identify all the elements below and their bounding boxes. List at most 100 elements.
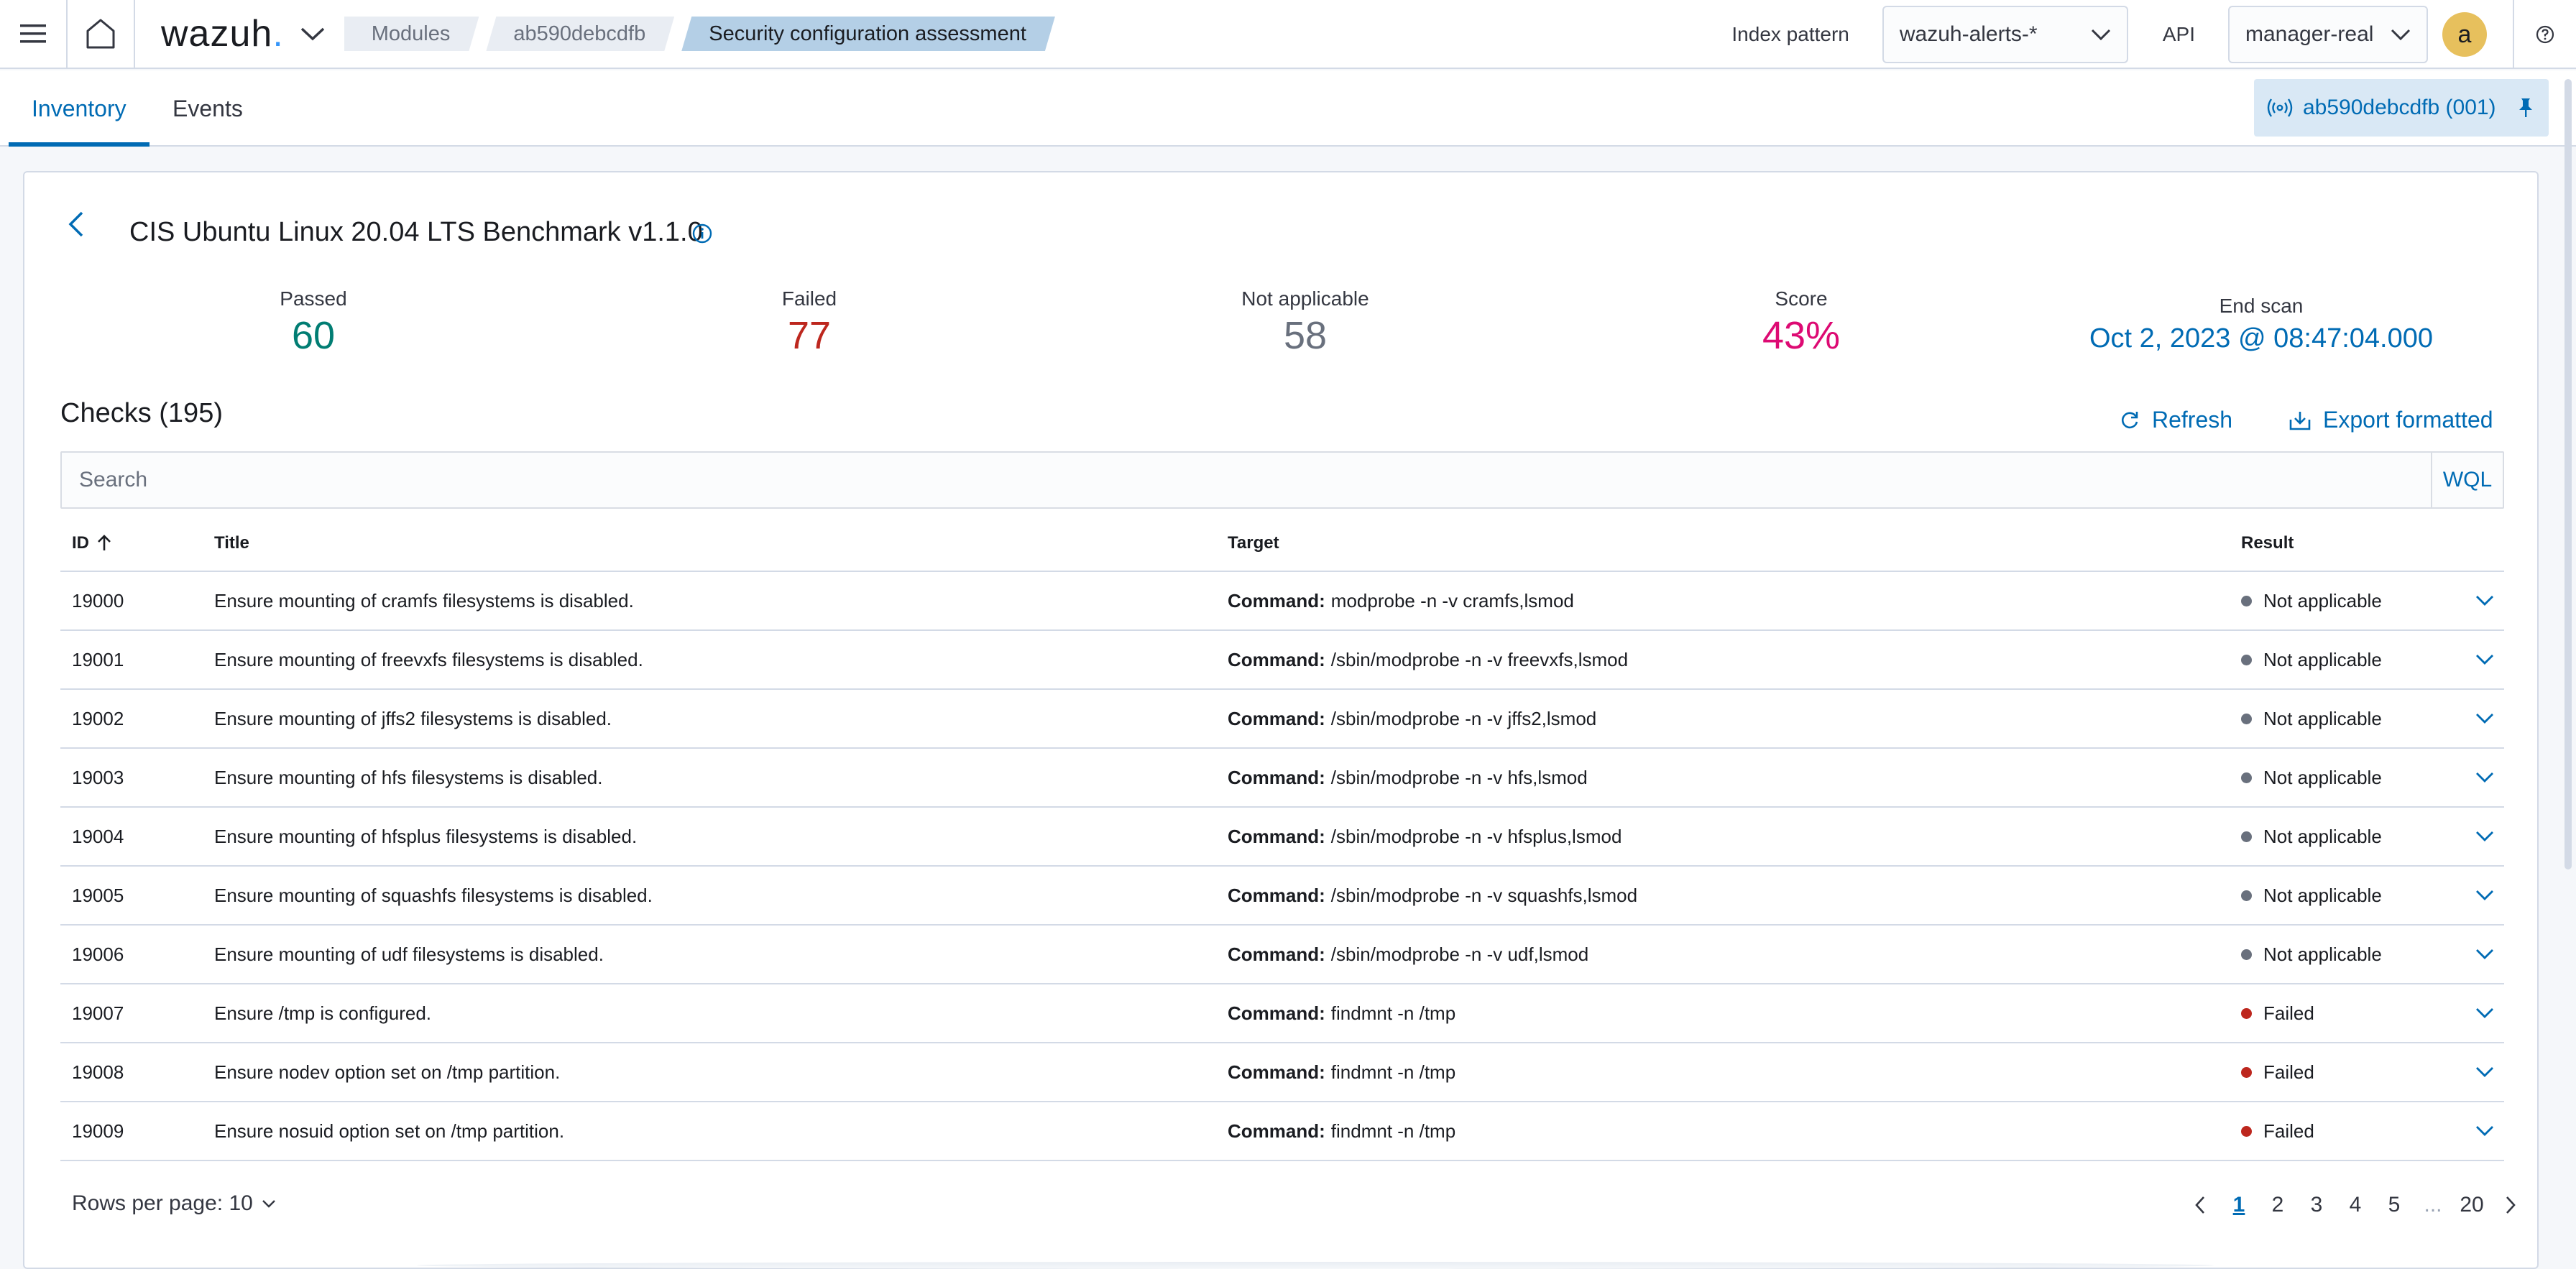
expand-row-button[interactable] [2475,984,2494,1042]
info-icon[interactable] [691,223,713,244]
page-button[interactable]: 3 [2297,1187,2336,1223]
expand-row-button[interactable] [2475,808,2494,865]
command-label: Command: [1228,589,1325,612]
chevron-down-icon [2476,655,2493,665]
home-button[interactable] [68,0,135,68]
stat-passed: Passed 60 [227,287,400,358]
check-result: Not applicable [2241,867,2382,924]
breadcrumb-current: Security configuration assessment [681,17,1055,51]
breadcrumb: Modules ab590debcdfb Security configurat… [344,0,1062,68]
check-id: 19002 [72,707,124,729]
check-id: 19005 [72,884,124,906]
expand-row-button[interactable] [2475,1102,2494,1160]
check-title: Ensure mounting of cramfs filesystems is… [214,589,634,612]
check-target: Command:/sbin/modprobe -n -v jffs2,lsmod [1228,690,1596,747]
command-value: findmnt -n /tmp [1330,1120,1456,1142]
table-row[interactable]: 19000 Ensure mounting of cramfs filesyste… [60,572,2504,631]
result-label: Failed [2263,1002,2314,1024]
table-row[interactable]: 19007 Ensure /tmp is configured. Command: f… [60,984,2504,1043]
check-id: 19008 [72,1061,124,1083]
check-title: Ensure mounting of freevxfs filesystems … [214,648,643,670]
rows-per-page-button[interactable]: Rows per page: 10 [72,1191,276,1216]
column-header-target[interactable]: Target [1228,514,1279,572]
tab-inventory[interactable]: Inventory [32,70,126,147]
expand-row-button[interactable] [2475,572,2494,629]
command-label: Command: [1228,884,1325,906]
search-input[interactable] [62,453,2431,507]
check-result: Not applicable [2241,749,2382,806]
check-target: Command: findmnt -n /tmp [1228,1043,1455,1101]
stat-passed-value: 60 [291,314,336,357]
table-row[interactable]: 19002 Ensure mounting of jffs2 filesystem… [60,690,2504,749]
help-button[interactable] [2513,0,2576,69]
check-id: 19001 [72,648,124,670]
refresh-button[interactable]: Refresh [2119,407,2232,433]
wql-button[interactable]: WQL [2431,453,2503,507]
column-header-result[interactable]: Result [2241,514,2294,572]
table-row[interactable]: 19006 Ensure mounting of udf filesystems … [60,926,2504,984]
back-arrow-icon[interactable] [62,207,91,241]
table-row[interactable]: 19005 Ensure mounting of squashfs filesys… [60,867,2504,926]
result-label: Failed [2263,1061,2314,1083]
command-label: Command: [1228,943,1325,965]
pin-icon[interactable] [2518,97,2534,119]
stat-failed-label: Failed [781,287,837,310]
user-avatar[interactable]: a [2442,12,2487,57]
chevron-down-icon [2091,29,2110,40]
page-button[interactable]: 4 [2336,1187,2375,1223]
checks-table: ID Title Target Result 19000 Ensure mount… [60,514,2504,1161]
search-bar: WQL [60,451,2504,509]
page-button[interactable]: 1 [2220,1187,2258,1223]
expand-row-button[interactable] [2475,867,2494,924]
previous-page-button[interactable] [2181,1187,2220,1223]
stat-score-value: 43% [1762,314,1841,357]
check-target: Command:/sbin/modprobe -n -v hfs,lsmod [1228,749,1588,806]
status-dot [2241,772,2252,783]
expand-row-button[interactable] [2475,631,2494,688]
table-row[interactable]: 19008 Ensure nodev option set on /tmp par… [60,1043,2504,1102]
agent-pill[interactable]: ab590debcdfb (001) [2254,79,2549,137]
check-id: 19003 [72,766,124,788]
expand-row-button[interactable] [2475,690,2494,747]
expand-row-button[interactable] [2475,926,2494,983]
chevron-down-icon [2391,29,2411,40]
table-row[interactable]: 19003 Ensure mounting of hfs filesystems … [60,749,2504,808]
column-header-id[interactable]: ID [72,514,112,572]
api-select[interactable]: manager-real [2228,6,2428,63]
export-formatted-button[interactable]: Export formatted [2288,407,2493,433]
tabs-bar: Inventory Events ab590debcdfb (001) [0,70,2576,147]
expand-row-button[interactable] [2475,1043,2494,1101]
wazuh-logo[interactable]: wazuh. [135,12,284,55]
menu-button[interactable] [0,0,68,68]
check-id: 19000 [72,589,124,612]
index-pattern-select[interactable]: wazuh-alerts-* [1882,6,2128,63]
check-target: Command:/sbin/modprobe -n -v freevxfs,ls… [1228,631,1628,688]
chevron-down-icon [2476,596,2493,606]
rows-per-page-label: Rows per page: 10 [72,1191,253,1215]
command-value: /sbin/modprobe -n -v udf,lsmod [1330,943,1589,965]
breadcrumb-agent[interactable]: ab590debcdfb [486,17,674,51]
page-scrollbar[interactable] [2564,79,2572,869]
page-button[interactable]: 20 [2452,1187,2491,1223]
index-pattern-label: Index pattern [1731,23,1849,45]
page-button[interactable]: 2 [2258,1187,2297,1223]
api-label: API [2162,23,2195,45]
next-page-button[interactable] [2491,1187,2530,1223]
api-value: manager-real [2245,22,2374,46]
table-row[interactable]: 19001 Ensure mounting of freevxfs filesys… [60,631,2504,690]
expand-row-button[interactable] [2475,749,2494,806]
status-dot [2241,713,2252,724]
result-label: Not applicable [2263,884,2382,906]
breadcrumb-modules[interactable]: Modules [344,17,479,51]
home-icon [86,19,115,49]
app-switcher-button[interactable] [284,0,341,68]
tab-events[interactable]: Events [172,70,243,147]
status-dot [2241,890,2252,901]
chevron-down-icon [2476,831,2493,841]
command-label: Command: [1228,1120,1325,1142]
page-button[interactable]: 5 [2375,1187,2414,1223]
table-row[interactable]: 19009 Ensure nosuid option set on /tmp pa… [60,1102,2504,1161]
column-header-title[interactable]: Title [214,514,249,572]
check-title: Ensure nosuid option set on /tmp partiti… [214,1120,565,1142]
table-row[interactable]: 19004 Ensure mounting of hfsplus filesyst… [60,808,2504,867]
